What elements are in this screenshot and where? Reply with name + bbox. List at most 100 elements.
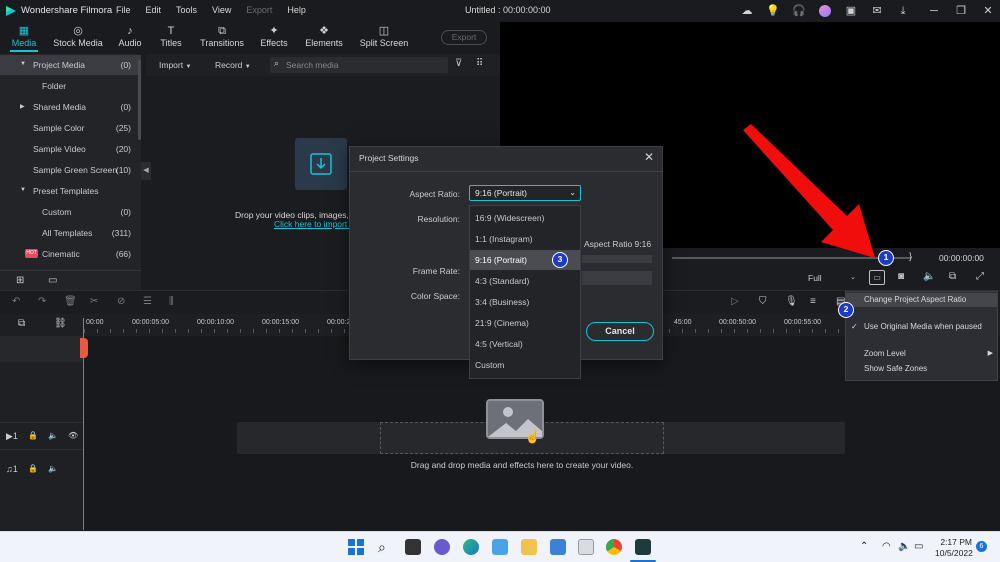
tab-effects[interactable]: ✦ Effects (257, 24, 291, 48)
sidebar-item-project-media[interactable]: ▼ Project Media (0) (0, 55, 141, 75)
sidebar-item-sample-green-screen[interactable]: Sample Green Screen (10) (0, 160, 141, 180)
folder-icon[interactable]: ▭ (48, 275, 57, 286)
option-4-5[interactable]: 4:5 (Vertical) (470, 334, 580, 354)
sidebar-item-sample-color[interactable]: Sample Color (25) (0, 118, 141, 138)
task-view-icon[interactable] (405, 539, 421, 555)
tab-stock-media[interactable]: ◎ Stock Media (52, 24, 104, 48)
option-16-9[interactable]: 16:9 (Widescreen) (470, 208, 580, 228)
playhead-handle[interactable] (80, 338, 88, 358)
snipping-tool-icon[interactable] (578, 539, 594, 555)
search-icon[interactable]: ⌕ (378, 539, 394, 555)
save-icon[interactable]: ▣ (843, 3, 859, 19)
menu-item-change-aspect-ratio[interactable]: Change Project Aspect Ratio (846, 293, 997, 307)
undo-icon[interactable]: ↶ (12, 296, 20, 307)
sidebar-item-sample-video[interactable]: Sample Video (20) (0, 139, 141, 159)
aspect-ratio-select[interactable]: 9:16 (Portrait) ⌄ (469, 185, 581, 201)
grid-view-icon[interactable]: ⠿ (476, 58, 483, 69)
filter-icon[interactable]: ⊽ (455, 58, 462, 69)
mail-icon[interactable]: ✉ (869, 3, 885, 19)
close-icon[interactable]: ✕ (980, 3, 996, 19)
wifi-icon[interactable]: ◠ (882, 541, 891, 552)
import-media-box[interactable] (295, 138, 347, 190)
cloud-icon[interactable]: ☁ (739, 3, 755, 19)
collapse-panel-icon[interactable]: ◀ (141, 162, 151, 180)
chrome-icon[interactable] (606, 539, 622, 555)
record-dropdown[interactable]: Record ▼ (215, 60, 251, 70)
tab-titles[interactable]: T Titles (156, 24, 186, 48)
sidebar-item-preset-templates[interactable]: ▼ Preset Templates (0, 181, 141, 201)
tab-elements[interactable]: ❖ Elements (303, 24, 345, 48)
snapshot-icon[interactable]: ◙ (898, 271, 904, 282)
lock-icon[interactable]: 🔒 (28, 431, 38, 440)
menu-item-use-original-media[interactable]: ✓ Use Original Media when paused (846, 320, 997, 334)
resolution-field[interactable] (582, 255, 652, 263)
close-icon[interactable]: ✕ (644, 150, 654, 164)
add-track-icon[interactable]: ⧉ (18, 318, 25, 329)
menu-export[interactable]: Export (246, 5, 272, 15)
option-4-3[interactable]: 4:3 (Standard) (470, 271, 580, 291)
tag-icon[interactable]: ⊘ (117, 296, 125, 307)
redo-icon[interactable]: ↷ (38, 296, 46, 307)
import-link[interactable]: Click here to import r (274, 219, 352, 229)
sidebar-item-cinematic[interactable]: HOT Cinematic (66) (0, 244, 141, 264)
cancel-button[interactable]: Cancel (586, 322, 654, 341)
notification-badge[interactable]: 6 (976, 541, 987, 552)
shield-icon[interactable]: ⛉ (759, 296, 767, 307)
search-input[interactable]: ⌕ Search media (270, 57, 448, 73)
fullscreen-icon[interactable]: ⤢ (976, 271, 984, 282)
import-dropdown[interactable]: Import ▼ (159, 60, 191, 70)
microphone-icon[interactable]: 🎙 (785, 296, 798, 307)
restore-icon[interactable]: ❐ (953, 3, 969, 19)
pip-icon[interactable]: ⧉ (949, 271, 956, 282)
menu-view[interactable]: View (212, 5, 231, 15)
speaker-icon[interactable]: 🔈 (48, 431, 58, 440)
menu-item-show-safe-zones[interactable]: Show Safe Zones (846, 362, 997, 376)
menu-tools[interactable]: Tools (176, 5, 197, 15)
audio-wave-icon[interactable]: ⫼ (169, 296, 174, 307)
menu-edit[interactable]: Edit (146, 5, 162, 15)
tray-chevron-icon[interactable]: ⌃ (860, 541, 868, 552)
delete-icon[interactable]: 🗑 (64, 296, 77, 307)
quality-select[interactable]: Full ⌄ (800, 272, 858, 285)
cut-icon[interactable]: ✂ (90, 296, 98, 307)
sidebar-scrollbar[interactable] (138, 60, 141, 140)
tab-split-screen[interactable]: ◫ Split Screen (359, 24, 409, 48)
minimize-icon[interactable]: ─ (926, 3, 942, 19)
file-explorer-icon[interactable] (521, 539, 537, 555)
option-3-4[interactable]: 3:4 (Business) (470, 292, 580, 312)
sidebar-item-shared-media[interactable]: ▶ Shared Media (0) (0, 97, 141, 117)
link-icon[interactable]: ⛓ (54, 318, 67, 329)
battery-icon[interactable]: ▭ (914, 541, 923, 552)
adjust-icon[interactable]: ☰ (143, 296, 152, 307)
volume-icon[interactable]: 🔈 (923, 271, 935, 282)
menu-file[interactable]: File (116, 5, 131, 15)
headset-icon[interactable]: 🎧 (791, 3, 807, 19)
new-folder-icon[interactable]: ⊞ (16, 275, 24, 286)
sidebar-item-folder[interactable]: Folder (0, 76, 141, 96)
render-icon[interactable]: ▷ (731, 296, 739, 307)
store-icon[interactable] (492, 539, 508, 555)
option-custom[interactable]: Custom (470, 355, 580, 375)
lock-icon[interactable]: 🔒 (28, 464, 38, 473)
option-21-9[interactable]: 21:9 (Cinema) (470, 313, 580, 333)
option-1-1[interactable]: 1:1 (Instagram) (470, 229, 580, 249)
frame-rate-field[interactable] (582, 271, 652, 285)
display-settings-icon[interactable]: ▭ (869, 270, 885, 285)
avatar[interactable] (819, 5, 831, 17)
export-button[interactable]: Export (441, 30, 487, 45)
notepad-icon[interactable] (550, 539, 566, 555)
tab-transitions[interactable]: ⧉ Transitions (199, 24, 245, 48)
teams-chat-icon[interactable] (434, 539, 450, 555)
tab-audio[interactable]: ♪ Audio (115, 24, 145, 48)
filmora-taskbar-icon[interactable] (635, 539, 651, 555)
volume-tray-icon[interactable]: 🔈 (898, 541, 910, 552)
clock-date[interactable]: 10/5/2022 (935, 548, 973, 558)
speaker-icon[interactable]: 🔈 (48, 464, 58, 473)
lightbulb-icon[interactable]: 💡 (765, 3, 781, 19)
tab-media[interactable]: ▦ Media (8, 24, 40, 48)
edge-icon[interactable] (463, 539, 479, 555)
download-icon[interactable]: ⤓ (895, 3, 911, 19)
eye-icon[interactable]: 👁 (68, 431, 78, 440)
menu-help[interactable]: Help (287, 5, 306, 15)
sidebar-item-all-templates[interactable]: All Templates (311) (0, 223, 141, 243)
